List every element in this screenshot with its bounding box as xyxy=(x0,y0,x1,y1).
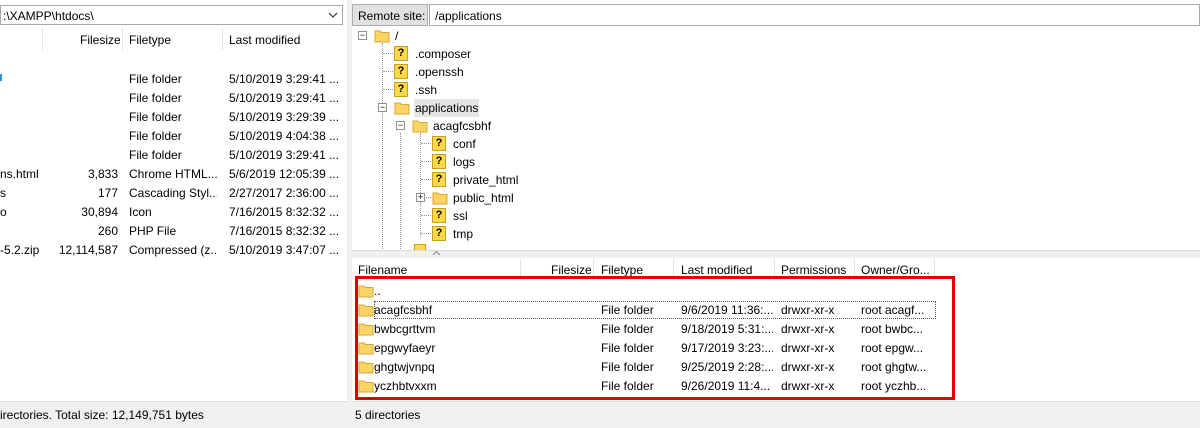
tree-connector xyxy=(383,53,393,55)
column-separator[interactable] xyxy=(42,28,43,50)
column-separator[interactable] xyxy=(122,28,123,50)
local-path-combobox[interactable]: :\XAMPP\htdocs\ xyxy=(0,5,343,25)
local-row[interactable]: -5.2.zip 12,114,587 Compressed (z... 5/1… xyxy=(0,241,347,260)
local-row-modified: 5/6/2019 12:05:39 ... xyxy=(229,167,340,181)
tree-connector xyxy=(420,133,422,237)
remote-status-bar: 5 directories xyxy=(352,401,1200,428)
local-row[interactable]: File folder 5/10/2019 4:04:38 ... xyxy=(0,127,347,146)
local-col-filesize[interactable]: Filesize xyxy=(80,30,121,50)
local-row[interactable]: File folder 5/10/2019 3:29:41 ... xyxy=(0,70,347,89)
collapse-applications-button[interactable]: − xyxy=(378,103,387,112)
local-row[interactable]: ns.html 3,833 Chrome HTML... 5/6/2019 12… xyxy=(0,165,347,184)
tree-node-label: logs xyxy=(453,155,476,169)
tree-node-label: public_html xyxy=(453,191,514,205)
local-row-modified: 5/10/2019 3:47:07 ... xyxy=(229,243,340,257)
tree-connector xyxy=(421,161,431,163)
local-row-type: Compressed (z... xyxy=(129,243,217,257)
unknown-folder-icon: ? xyxy=(432,172,446,187)
unknown-folder-icon: ? xyxy=(432,208,446,223)
column-separator[interactable] xyxy=(222,28,223,50)
local-pane: :\XAMPP\htdocs\ Filesize Filetype Last m… xyxy=(0,0,347,428)
local-row-modified: 2/27/2017 2:36:00 ... xyxy=(229,186,340,200)
local-row-size: 177 xyxy=(97,186,118,200)
local-path-text: :\XAMPP\htdocs\ xyxy=(3,9,94,23)
local-row-size: 30,894 xyxy=(81,205,118,219)
remote-site-label: Remote site: xyxy=(358,9,426,23)
folder-icon xyxy=(394,100,410,116)
sort-ascending-icon xyxy=(432,250,441,256)
tree-connector xyxy=(426,197,431,199)
tree-node-label: applications xyxy=(414,99,480,117)
local-row-type: Chrome HTML... xyxy=(129,167,217,181)
red-highlight-annotation xyxy=(355,276,955,400)
tree-connector xyxy=(421,233,431,235)
tree-node-label: conf xyxy=(453,137,476,151)
tree-node-label: ssl xyxy=(453,209,468,223)
local-row-type: File folder xyxy=(129,72,182,86)
local-row-size: 12,114,587 xyxy=(58,243,118,257)
unknown-folder-icon: ? xyxy=(432,226,446,241)
local-row-size: 3,833 xyxy=(87,167,118,181)
tree-connector xyxy=(421,179,431,181)
unknown-folder-icon: ? xyxy=(432,154,446,169)
folder-icon xyxy=(412,118,428,134)
tree-connector xyxy=(421,143,431,145)
remote-directory-tree: − / ? .composer ? .openssh ? .ssh − appl… xyxy=(352,27,1200,250)
local-row-modified: 5/10/2019 3:29:41 ... xyxy=(229,91,340,105)
local-row-type: File folder xyxy=(129,91,182,105)
tree-connector xyxy=(400,133,402,250)
folder-icon xyxy=(374,28,390,44)
folder-icon xyxy=(432,190,448,206)
unknown-folder-icon: ? xyxy=(394,46,408,61)
tree-connector xyxy=(382,113,384,250)
tree-node-label: private_html xyxy=(453,173,519,187)
local-row-type: File folder xyxy=(129,129,182,143)
remote-status-text: 5 directories xyxy=(355,408,421,422)
local-col-filetype[interactable]: Filetype xyxy=(129,30,171,50)
tree-connector xyxy=(383,89,393,91)
tree-node-label: .composer xyxy=(415,47,472,61)
collapse-root-button[interactable]: − xyxy=(358,31,367,40)
unknown-folder-icon: ? xyxy=(394,64,408,79)
local-row[interactable]: File folder 5/10/2019 3:29:41 ... xyxy=(0,89,347,108)
local-row-type: Icon xyxy=(129,205,152,219)
remote-path-input[interactable]: /applications xyxy=(429,4,1200,26)
unknown-folder-icon: ? xyxy=(394,82,408,97)
local-row-modified: 5/10/2019 3:29:39 ... xyxy=(229,110,340,124)
tree-node-label: .ssh xyxy=(415,83,438,97)
local-status-text: irectories. Total size: 12,149,751 bytes xyxy=(0,408,204,422)
chevron-down-icon[interactable] xyxy=(327,8,339,22)
collapse-acagfcsbhf-button[interactable]: − xyxy=(396,121,405,130)
expand-public-html-button[interactable]: + xyxy=(416,193,425,202)
local-row[interactable]: s 177 Cascading Styl... 2/27/2017 2:36:0… xyxy=(0,184,347,203)
local-row-modified: 5/10/2019 3:29:41 ... xyxy=(229,72,340,86)
local-row[interactable]: o 30,894 Icon 7/16/2015 8:32:32 ... xyxy=(0,203,347,222)
local-row-modified: 7/16/2015 8:32:32 ... xyxy=(229,205,340,219)
local-col-last-modified[interactable]: Last modified xyxy=(229,30,300,50)
tree-connector xyxy=(383,71,393,73)
remote-pane: Remote site: /applications − / ? .compos… xyxy=(352,0,1200,428)
local-row-type: File folder xyxy=(129,110,182,124)
local-status-bar: irectories. Total size: 12,149,751 bytes xyxy=(0,401,347,428)
local-row-modified: 7/16/2015 8:32:32 ... xyxy=(229,224,340,238)
tree-connector xyxy=(421,215,431,217)
tree-node-label: / xyxy=(395,29,399,43)
remote-site-label-box: Remote site: xyxy=(352,4,428,26)
tree-node-label: .openssh xyxy=(415,65,464,79)
local-row[interactable]: 260 PHP File 7/16/2015 8:32:32 ... xyxy=(0,222,347,241)
local-row-modified: 5/10/2019 4:04:38 ... xyxy=(229,129,340,143)
local-row-modified: 5/10/2019 3:29:41 ... xyxy=(229,148,340,162)
horizontal-splitter[interactable] xyxy=(352,250,1200,258)
local-row[interactable]: File folder 5/10/2019 3:29:39 ... xyxy=(0,108,347,127)
local-row-type: PHP File xyxy=(129,224,177,238)
tree-node-label: tmp xyxy=(453,227,474,241)
unknown-folder-icon: ? xyxy=(432,136,446,151)
local-row[interactable]: File folder 5/10/2019 3:29:41 ... xyxy=(0,146,347,165)
local-row-type: Cascading Styl... xyxy=(129,186,217,200)
local-row-type: File folder xyxy=(129,148,182,162)
local-row-size: 260 xyxy=(97,224,118,238)
tree-node-label: acagfcsbhf xyxy=(433,119,492,133)
remote-path-text: /applications xyxy=(435,9,502,23)
